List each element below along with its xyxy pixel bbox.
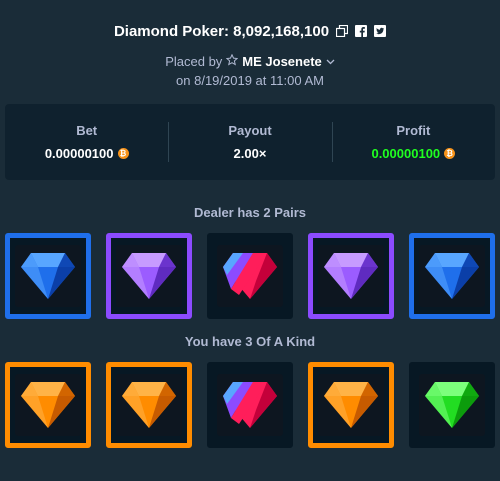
chevron-down-icon[interactable] [326, 54, 335, 69]
profit-stat: Profit 0.00000100 ₿ [331, 104, 495, 180]
payout-label: Payout [228, 123, 272, 138]
bet-stats-panel: Bet 0.00000100 ₿ Payout 2.00× Profit 0.0… [5, 104, 495, 180]
dealer-gem-tile [207, 233, 293, 319]
twitter-icon[interactable] [373, 25, 386, 38]
profit-value: 0.00000100 [371, 146, 441, 161]
placed-by-label: Placed by [165, 54, 223, 69]
player-gem-tile [106, 362, 192, 448]
orange-gem-icon [318, 374, 384, 436]
payout-stat: Payout 2.00× [168, 104, 331, 180]
blue-gem-icon [419, 245, 485, 307]
dealer-gem-tile [5, 233, 91, 319]
username[interactable]: ME Josenete [242, 54, 321, 69]
profit-amount: 0.00000100 ₿ [371, 146, 456, 161]
purple-gem-icon [116, 245, 182, 307]
bet-date: on 8/19/2019 at 11:00 AM [176, 73, 324, 88]
player-gem-tile [207, 362, 293, 448]
bet-stat: Bet 0.00000100 ₿ [5, 104, 168, 180]
red-gem-icon [217, 374, 283, 436]
dealer-gem-tile [409, 233, 495, 319]
player-result-label: You have 3 Of A Kind [184, 334, 316, 349]
dealer-gem-tile [106, 233, 192, 319]
placed-by: Placed by ME Josenete [0, 53, 500, 69]
game-title: Diamond Poker: 8,092,168,100 [113, 22, 330, 40]
bitcoin-icon: ₿ [117, 148, 129, 159]
copy-icon[interactable] [335, 25, 348, 38]
dealer-gem-tile [308, 233, 394, 319]
player-gem-tile [5, 362, 91, 448]
player-gem-tile [308, 362, 394, 448]
player-gem-tile [409, 362, 495, 448]
payout-value: 2.00× [233, 146, 267, 161]
blue-gem-icon [15, 245, 81, 307]
bet-value: 0.00000100 [44, 146, 114, 161]
dealer-result-label: Dealer has 2 Pairs [193, 205, 307, 220]
bet-amount: 0.00000100 ₿ [45, 146, 129, 161]
red-gem-icon [217, 245, 283, 307]
orange-gem-icon [15, 374, 81, 436]
bet-header: Diamond Poker: 8,092,168,100 Placed by M… [0, 20, 500, 88]
profit-label: Profit [396, 123, 431, 138]
dealer-hand [5, 233, 495, 319]
purple-gem-icon [318, 245, 384, 307]
bet-label: Bet [76, 123, 98, 138]
bitcoin-icon: ₿ [444, 148, 456, 159]
green-gem-icon [419, 374, 485, 436]
player-hand [5, 362, 495, 448]
star-icon [226, 53, 239, 69]
orange-gem-icon [116, 374, 182, 436]
facebook-icon[interactable] [354, 25, 367, 38]
